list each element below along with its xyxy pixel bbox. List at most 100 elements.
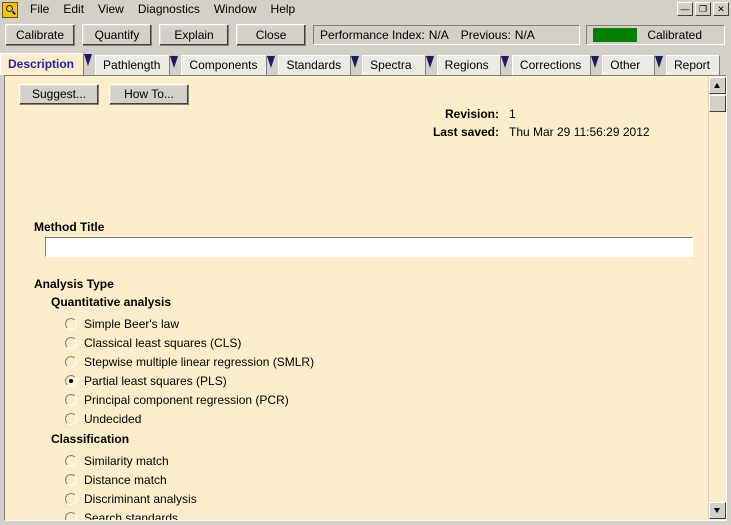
metadata-label: Last saved: (432, 125, 499, 139)
description-panel: Suggest... How To... Revision: 1 Last saved… (4, 75, 727, 521)
radio-label: Undecided (84, 411, 142, 426)
performance-index-panel: Performance Index: N/A Previous: N/A (313, 25, 581, 45)
tab-label: Regions (444, 58, 489, 72)
tab-pathlength[interactable]: Pathlength (95, 55, 179, 75)
menu-items: File Edit View Diagnostics Window Help (23, 1, 302, 19)
radio-similarity-match[interactable]: Similarity match (65, 452, 169, 469)
tab-label: Report (673, 58, 711, 72)
method-metadata: Revision: 1 Last saved: Thu Mar 29 11:56:29… (433, 107, 657, 143)
analysis-type-label: Analysis Type (34, 277, 114, 291)
menu-item-edit[interactable]: Edit (56, 1, 91, 19)
tab-label: Pathlength (103, 58, 161, 72)
metadata-row: Revision: 1 (433, 107, 657, 121)
method-title-label: Method Title (34, 220, 105, 234)
scroll-thumb[interactable] (709, 95, 726, 112)
tab-label: Spectra (370, 58, 412, 72)
radio-button-icon[interactable] (65, 393, 77, 406)
tab-regions[interactable]: Regions (436, 55, 510, 75)
page-action-buttons: Suggest... How To... (19, 84, 199, 105)
radio-partial-least-squares-pls-[interactable]: Partial least squares (PLS) (65, 372, 227, 389)
radio-label: Similarity match (84, 453, 169, 468)
radio-label: Principal component regression (PCR) (84, 392, 289, 407)
radio-button-icon[interactable] (65, 412, 77, 425)
toolbar: Calibrate Quantify Explain Close Performanc… (0, 19, 731, 51)
tab-label: Corrections (519, 58, 582, 72)
group-heading-classification: Classification (51, 432, 130, 446)
close-icon[interactable]: ✕ (713, 2, 729, 16)
tab-components[interactable]: Components (181, 55, 276, 75)
radio-classical-least-squares-cls-[interactable]: Classical least squares (CLS) (65, 334, 241, 351)
radio-discriminant-analysis[interactable]: Discriminant analysis (65, 490, 197, 507)
radio-button-icon[interactable] (65, 473, 77, 486)
metadata-value: Thu Mar 29 11:56:29 2012 (509, 125, 650, 139)
tab-standards[interactable]: Standards (278, 55, 359, 75)
radio-stepwise-multiple-linear-regression-smlr-[interactable]: Stepwise multiple linear regression (SML… (65, 353, 314, 370)
calibrate-button[interactable]: Calibrate (5, 24, 76, 46)
radio-button-icon[interactable] (65, 374, 77, 387)
radio-distance-match[interactable]: Distance match (65, 471, 167, 488)
radio-label: Simple Beer's law (84, 316, 179, 331)
radio-label: Classical least squares (CLS) (84, 335, 242, 350)
method-editor-window: File Edit View Diagnostics Window Help — ❐ ✕ … (0, 0, 731, 525)
group-heading-quantitative: Quantitative analysis (51, 295, 172, 309)
tab-label: Other (610, 58, 641, 72)
radio-label: Partial least squares (PLS) (84, 373, 227, 388)
previous-value: N/A (514, 28, 535, 42)
menu-item-diagnostics[interactable]: Diagnostics (131, 1, 207, 19)
close-glyph: ✕ (717, 4, 725, 14)
radio-principal-component-regression-pcr-[interactable]: Principal component regression (PCR) (65, 391, 289, 408)
tab-spectra[interactable]: Spectra (362, 55, 434, 75)
calibration-status-label: Calibrated (647, 28, 703, 42)
minimize-icon[interactable]: — (677, 2, 693, 16)
radio-search-standards[interactable]: Search standards (65, 509, 178, 520)
radio-button-icon[interactable] (65, 492, 77, 505)
tab-label: Description (8, 57, 75, 71)
tab-other[interactable]: Other (602, 55, 663, 75)
tab-strip: Description Pathlength Components Standards… (0, 53, 731, 75)
radio-label: Distance match (84, 472, 167, 487)
radio-simple-beer-s-law[interactable]: Simple Beer's law (65, 315, 179, 332)
vertical-scrollbar[interactable] (708, 77, 726, 519)
menu-item-file[interactable]: File (23, 1, 56, 19)
menu-item-view[interactable]: View (91, 1, 131, 19)
tab-description[interactable]: Description (0, 53, 93, 75)
performance-index-label: Performance Index: (320, 28, 425, 42)
tab-corrections[interactable]: Corrections (511, 55, 600, 75)
restore-glyph: ❐ (698, 4, 708, 14)
radio-label: Search standards (84, 510, 179, 521)
suggest-button[interactable]: Suggest... (19, 84, 99, 105)
magnifier-app-icon (2, 1, 18, 18)
radio-button-icon[interactable] (65, 454, 77, 467)
menu-item-window[interactable]: Window (207, 1, 264, 19)
explain-button[interactable]: Explain (159, 24, 230, 46)
calibration-status-panel: Calibrated (586, 25, 725, 45)
howto-button[interactable]: How To... (109, 84, 189, 105)
menu-item-help[interactable]: Help (264, 1, 303, 19)
radio-button-icon[interactable] (65, 355, 77, 368)
radio-button-icon[interactable] (65, 336, 77, 349)
performance-index-value: N/A (428, 28, 449, 42)
minimize-glyph: — (680, 4, 690, 14)
scroll-down-icon[interactable] (709, 502, 726, 519)
metadata-row: Last saved: Thu Mar 29 11:56:29 2012 (433, 125, 657, 139)
radio-label: Stepwise multiple linear regression (SML… (84, 354, 315, 369)
toolbar-buttons: Calibrate Quantify Explain Close (5, 24, 313, 46)
scroll-track[interactable] (709, 113, 726, 501)
tab-label: Components (189, 58, 258, 72)
metadata-value: 1 (509, 107, 516, 121)
scroll-up-icon[interactable] (709, 77, 726, 94)
radio-button-icon[interactable] (65, 511, 77, 520)
restore-icon[interactable]: ❐ (695, 2, 711, 16)
previous-label: Previous: (460, 28, 511, 42)
description-page-content: Suggest... How To... Revision: 1 Last saved… (5, 76, 709, 520)
radio-button-icon[interactable] (65, 317, 77, 330)
tab-report[interactable]: Report (665, 55, 721, 75)
close-button[interactable]: Close (236, 24, 307, 46)
method-title-input[interactable] (45, 237, 693, 257)
menu-bar: File Edit View Diagnostics Window Help — ❐ ✕ (0, 0, 731, 19)
radio-undecided[interactable]: Undecided (65, 410, 141, 427)
metadata-label: Revision: (444, 107, 499, 121)
tab-label: Standards (286, 58, 342, 72)
quantify-button[interactable]: Quantify (82, 24, 153, 46)
status-color-swatch (593, 28, 638, 42)
